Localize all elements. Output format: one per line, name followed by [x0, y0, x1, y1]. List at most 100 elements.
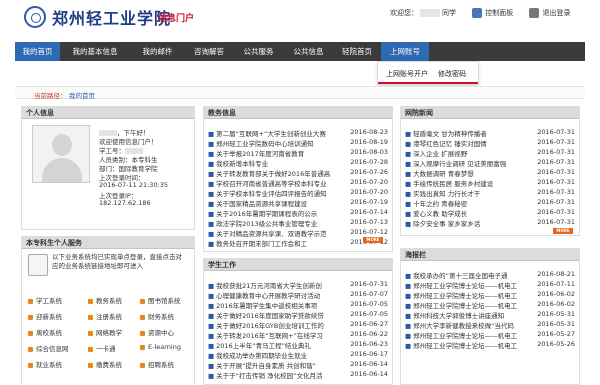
- welcome-label: 欢迎您：: [390, 9, 418, 17]
- news-item[interactable]: ■ 2016年暑期学生集中返校相关事项 2016-07-05: [208, 300, 388, 310]
- service-recruitment[interactable]: 招聘系统: [140, 359, 174, 369]
- news-item[interactable]: ■ 第二届“互联网+”大学生创新创业大赛 2016-08-23: [208, 128, 388, 138]
- news-item[interactable]: ■ 除夕安全事 家乡家乡话 2016-07-31: [405, 218, 575, 228]
- news-item[interactable]: ■ 学校召开河南省普通高等学校本科专业 2016-07-20: [208, 178, 388, 188]
- news-item[interactable]: ■ 关于举报2017年度河南省教育 2016-08-03: [208, 148, 388, 158]
- news-item[interactable]: ■ 大数据调研 青春梦想 2016-07-31: [405, 168, 575, 178]
- news-item[interactable]: ■ 郑州轻工业学院博士论坛——机电工 2016-06-02: [405, 300, 575, 310]
- news-item[interactable]: ■ 关于国家精品资源共享课程建设 2016-07-19: [208, 198, 388, 208]
- news-item[interactable]: ■ 手绘传统民居 服务乡村建设 2016-07-31: [405, 178, 575, 188]
- news-item[interactable]: ■ 我校获批21万元河南省大学生创新创 2016-07-31: [208, 280, 388, 290]
- nav-public-service[interactable]: 公共服务: [233, 42, 284, 61]
- news-item[interactable]: ■ 我校新增本科专业 2016-07-28: [208, 158, 388, 168]
- edu-news-title: 教务信息: [204, 107, 392, 119]
- service-finance[interactable]: 财务系统: [140, 311, 174, 321]
- last-login-time: 2016-07-11 21:30:35: [99, 181, 169, 189]
- news-item[interactable]: ■ 郑州大学李新健教授来校做“当代码 2016-05-31: [405, 320, 575, 330]
- news-item[interactable]: ■ 郑州科技大学郭俊博士讲座通知 2016-05-31: [405, 310, 575, 320]
- edu-news-more-button[interactable]: MORE: [363, 237, 383, 243]
- news-item[interactable]: ■ 轻盾毫文 甘为精神传播者 2016-07-31: [405, 128, 575, 138]
- control-panel-link[interactable]: 控制面板: [485, 8, 513, 18]
- nav-college-home[interactable]: 轻院首页: [333, 42, 381, 61]
- service-note: 以下业务系统均已实现单点登录，直接点击对应的业务系统链接地址即可进入: [52, 253, 182, 270]
- news-item[interactable]: ■ 深入企业 扩展视野 2016-07-31: [405, 148, 575, 158]
- news-item[interactable]: ■ 十年之约 青春秘密 2016-07-31: [405, 198, 575, 208]
- logout-link[interactable]: 退出登录: [542, 8, 570, 18]
- news-item[interactable]: ■ 2016上半年“青马工程”结业典礼 2016-06-23: [208, 340, 388, 350]
- breadcrumb-label: 当前路径：: [34, 92, 67, 100]
- student-work-title: 学生工作: [204, 259, 392, 271]
- dropdown-open-account[interactable]: 上网账号开户: [386, 69, 428, 79]
- user-toolbar: 欢迎您： 同学 控制面板 退出登录: [390, 8, 570, 20]
- portal-tag: 信息门户: [158, 14, 195, 24]
- student-services-title: 本专科生个人服务: [22, 237, 194, 249]
- service-employment[interactable]: 就业系统: [28, 359, 62, 369]
- student-services-panel: 本专科生个人服务 以下业务系统均已实现单点登录，直接点击对应的业务系统链接地址即…: [21, 236, 195, 385]
- news-item[interactable]: ■教务处召开期末部门工作会和工2016-07-12: [208, 238, 388, 248]
- news-item[interactable]: ■ 郑州轻工业学院数码中心培训通知 2016-08-19: [208, 138, 388, 148]
- news-item[interactable]: ■ 关于于“打击传销 净化校园”文化月活 2016-06-14: [208, 370, 388, 380]
- news-item[interactable]: ■ 郑州轻工业学院博士论坛——机电工 2016-06-02: [405, 290, 575, 300]
- service-academic[interactable]: 教务系统: [88, 295, 122, 305]
- site-header: 郑州轻工业学院 信息门户 欢迎您： 同学 控制面板 退出登录: [0, 0, 600, 42]
- dropdown-change-password[interactable]: 修改密码: [438, 69, 466, 79]
- nav-public-info[interactable]: 公共信息: [284, 42, 333, 61]
- service-resource-center[interactable]: 资源中心: [140, 327, 174, 337]
- student-work-panel: 学生工作 ■ 我校获批21万元河南省大学生创新创 2016-07-31 ■ 心理健康教…: [203, 258, 393, 385]
- service-elearning[interactable]: E-learning: [140, 343, 181, 351]
- news-item[interactable]: ■ 实践出真知 力行长才干 2016-07-31: [405, 188, 575, 198]
- nav-consult[interactable]: 咨询解答: [185, 42, 233, 61]
- news-item[interactable]: ■ 关于转发2016年“互联网+”在线学习 2016-06-22: [208, 330, 388, 340]
- dropdown-accent-line: [378, 82, 478, 84]
- control-panel-icon[interactable]: [472, 8, 483, 18]
- personal-info-title: 个人信息: [22, 107, 194, 119]
- breadcrumb-home-link[interactable]: 我的首页: [69, 90, 95, 100]
- personal-info-panel: 个人信息 ，下午好！ 欢迎使用信息门户！ 学工号： 人员类别：本专科生 部门：国…: [21, 106, 195, 230]
- news-item[interactable]: ■ 关于学校本科专业评估四评报告的通知 2016-07-20: [208, 188, 388, 198]
- nav-my-mail[interactable]: 我的邮件: [130, 42, 185, 61]
- news-item[interactable]: ■ 心理健康教育中心开展教学研讨活动 2016-07-07: [208, 290, 388, 300]
- service-registration[interactable]: 注册系统: [88, 311, 122, 321]
- nav-basic-info[interactable]: 我的基本信息: [60, 42, 130, 61]
- news-item[interactable]: ■ 我校成功举办第四期毕业生就业 2016-06-17: [208, 350, 388, 360]
- school-seal-logo: [24, 6, 46, 28]
- service-online-teaching[interactable]: 网络教学: [88, 327, 122, 337]
- news-item[interactable]: ■ 关于转发教育部关于做好2016年普通高 2016-07-26: [208, 168, 388, 178]
- news-item[interactable]: ■ 关于对精品资源共享课、双语教学示范 2016-07-12: [208, 228, 388, 238]
- service-leaving[interactable]: 离校系统: [28, 327, 62, 337]
- service-student-affairs[interactable]: 学工系统: [28, 295, 62, 305]
- poster-panel: 海报栏 ■ 我校承办的“第十三届全国电子通 2016-08-21 ■ 郑州轻工业学院博…: [400, 248, 580, 385]
- last-login-ip: 182.127.62.186: [99, 199, 151, 207]
- school-name-logo: 郑州轻工业学院: [52, 9, 172, 28]
- news-item[interactable]: ■ 关于做好2016年GYB创业培训工作的 2016-06-27: [208, 320, 388, 330]
- news-item[interactable]: ■ 郑州轻工业学院博士论坛——机电工 2016-07-11: [405, 280, 575, 290]
- service-campus-card[interactable]: 一卡通: [88, 343, 116, 353]
- user-name-redacted: [420, 9, 440, 17]
- campus-news-panel: 网院新闻 ■ 轻盾毫文 甘为精神传播者 2016-07-31 ■ 港琴红色记忆 锤实对…: [400, 106, 580, 236]
- news-item[interactable]: ■ 深入观摩行业调研 见证美丽富强 2016-07-31: [405, 158, 575, 168]
- service-library[interactable]: 图书馆系统: [140, 295, 181, 305]
- edu-news-panel: 教务信息 ■ 第二届“互联网+”大学生创新创业大赛 2016-08-23 ■ 郑州轻工…: [203, 106, 393, 252]
- breadcrumb: 当前路径： 我的首页: [15, 86, 585, 100]
- user-suffix: 同学: [442, 9, 456, 17]
- service-payment[interactable]: 缴费系统: [88, 359, 122, 369]
- nav-internet-account[interactable]: 上网账号: [381, 42, 429, 61]
- main-nav: 我的首页 我的基本信息 我的邮件 咨询解答 公共服务 公共信息 轻院首页 上网账…: [15, 42, 585, 61]
- news-item[interactable]: ■ 关于开展“提升自身素质 共创和谐” 2016-06-14: [208, 360, 388, 370]
- news-item[interactable]: ■ 郑州轻工业学院博士论坛——机电工 2016-05-27: [405, 330, 575, 340]
- news-item[interactable]: ■ 政法学院2013级公共事业管理专业 2016-07-13: [208, 218, 388, 228]
- news-item[interactable]: ■ 港琴红色记忆 锤实对国情 2016-07-31: [405, 138, 575, 148]
- nav-my-home[interactable]: 我的首页: [15, 42, 60, 61]
- service-doc-icon: [28, 254, 48, 276]
- avatar: [32, 125, 90, 183]
- news-item[interactable]: ■ 郑州轻工业学院博士论坛——机电工 2016-05-26: [405, 340, 575, 350]
- news-item[interactable]: ■ 关于做好2016年度国家助学贷款续贷 2016-07-05: [208, 310, 388, 320]
- campus-news-more-button[interactable]: MORE: [553, 228, 573, 234]
- logout-icon[interactable]: [529, 8, 540, 18]
- service-info-net[interactable]: 综合信息网: [28, 343, 69, 353]
- news-item[interactable]: ■ 爱心义教 助学成长 2016-07-31: [405, 208, 575, 218]
- news-item[interactable]: ■ 关于2016年暑期学期课程表的公示 2016-07-14: [208, 208, 388, 218]
- poster-title: 海报栏: [401, 249, 579, 261]
- service-welcome[interactable]: 迎新系统: [28, 311, 62, 321]
- news-item[interactable]: ■ 我校承办的“第十三届全国电子通 2016-08-21: [405, 270, 575, 280]
